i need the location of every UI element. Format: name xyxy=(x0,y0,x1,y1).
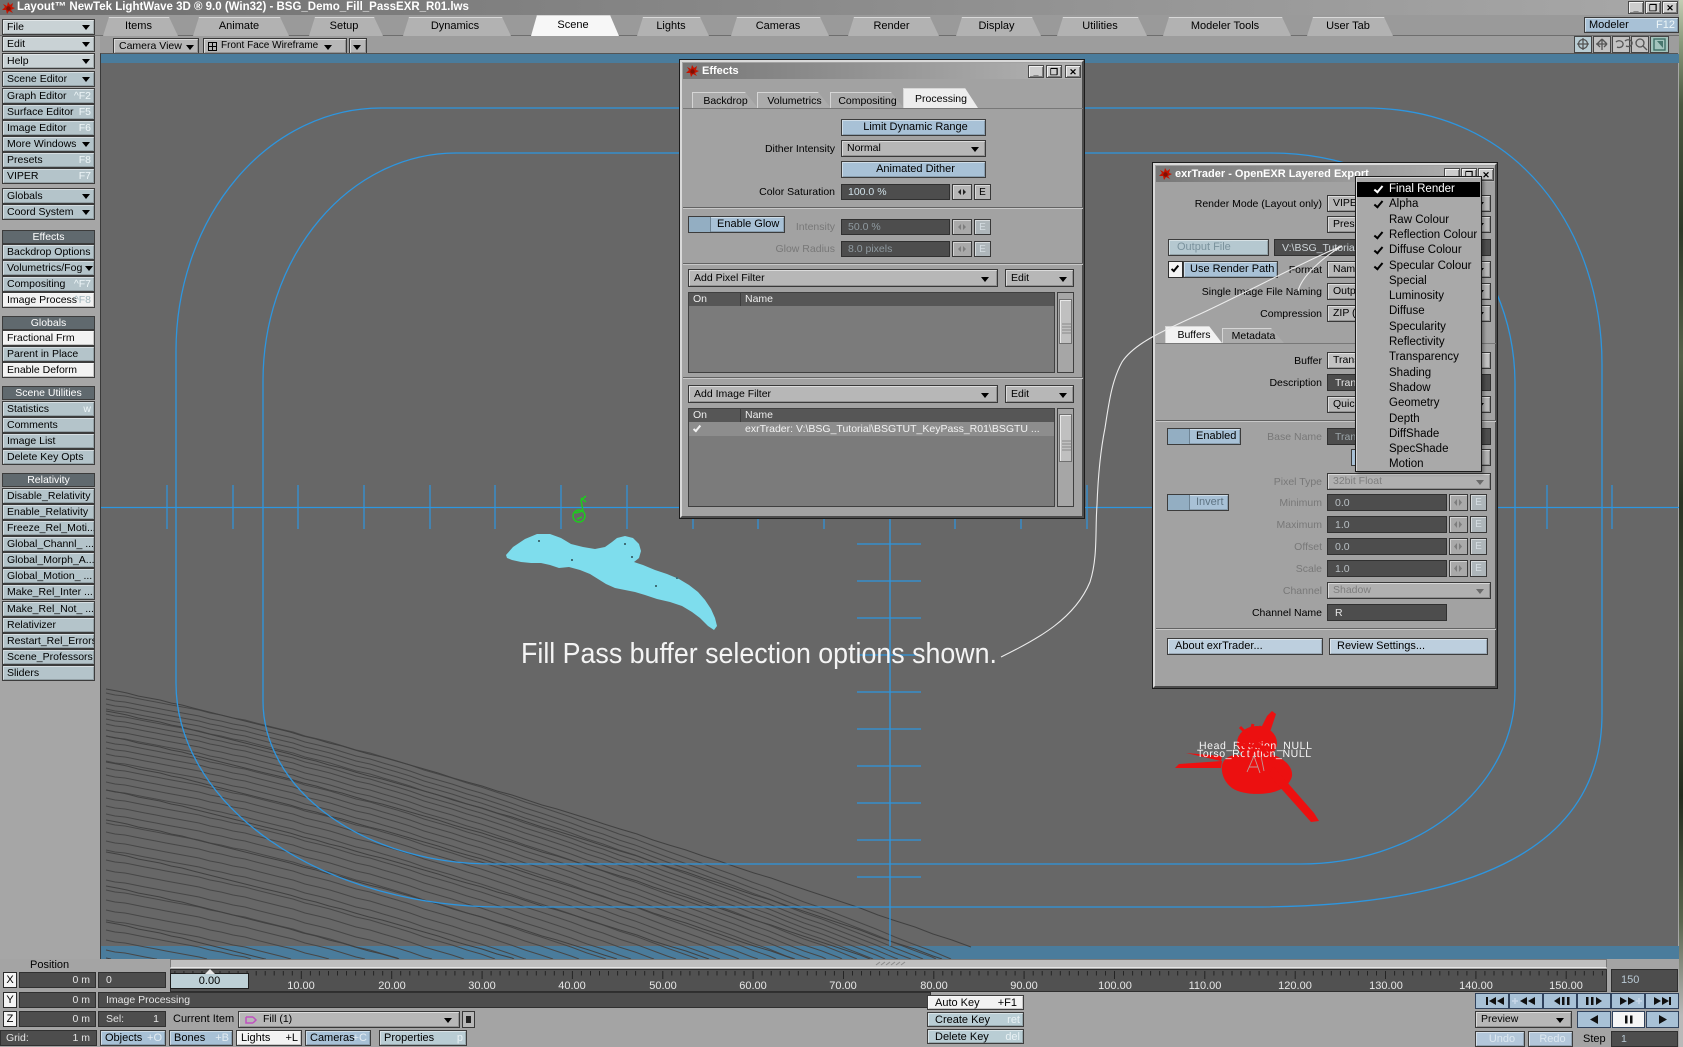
svg-text:30.00: 30.00 xyxy=(468,980,496,991)
svg-text:120.00: 120.00 xyxy=(1278,980,1312,991)
svg-text:110.00: 110.00 xyxy=(1189,980,1222,991)
svg-text:80.00: 80.00 xyxy=(920,980,948,991)
svg-text:100.00: 100.00 xyxy=(1098,980,1132,991)
svg-text:150.00: 150.00 xyxy=(1549,980,1583,991)
svg-text:50.00: 50.00 xyxy=(649,980,677,991)
svg-text:60.00: 60.00 xyxy=(739,980,767,991)
svg-text:70.00: 70.00 xyxy=(829,980,857,991)
svg-text:130.00: 130.00 xyxy=(1369,980,1403,991)
svg-text:Fill Pass buffer selection opt: Fill Pass buffer selection options shown… xyxy=(521,638,997,670)
svg-text:40.00: 40.00 xyxy=(558,980,586,991)
svg-text:140.00: 140.00 xyxy=(1459,980,1493,991)
svg-text:90.00: 90.00 xyxy=(1010,980,1038,991)
svg-text:10.00: 10.00 xyxy=(287,980,315,991)
svg-text:20.00: 20.00 xyxy=(378,980,406,991)
